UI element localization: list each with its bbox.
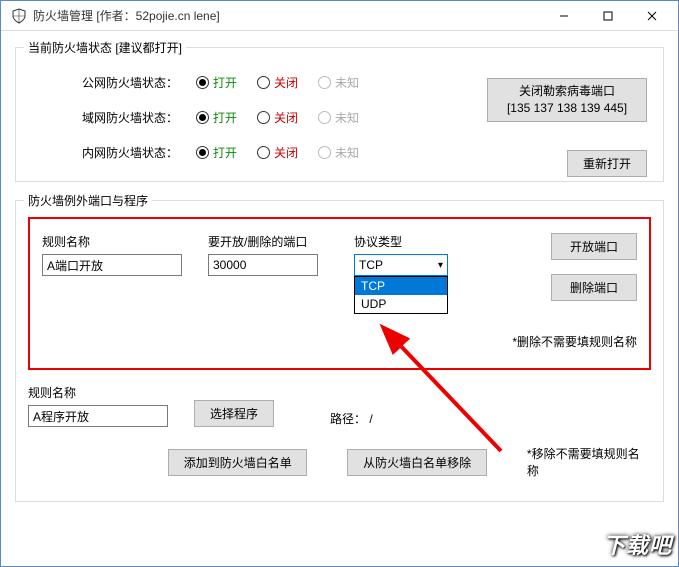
chevron-down-icon: ▾ <box>438 260 443 271</box>
radio-unknown[interactable]: 未知 <box>318 109 359 126</box>
shield-icon <box>11 8 27 24</box>
radio-close[interactable]: 关闭 <box>257 74 298 91</box>
group-title: 防火墙例外端口与程序 <box>24 192 152 209</box>
rule-name-label: 规则名称 <box>42 233 182 250</box>
radio-unknown[interactable]: 未知 <box>318 74 359 91</box>
window-title: 防火墙管理 [作者：52pojie.cn lene] <box>33 7 542 24</box>
radio-close[interactable]: 关闭 <box>257 109 298 126</box>
delete-port-button[interactable]: 删除端口 <box>551 274 637 301</box>
rule-name2-label: 规则名称 <box>28 384 168 401</box>
radio-open[interactable]: 打开 <box>196 109 237 126</box>
protocol-option-tcp[interactable]: TCP <box>355 277 447 295</box>
path-label: 路径： <box>330 412 366 426</box>
titlebar: 防火墙管理 [作者：52pojie.cn lene] <box>1 1 678 31</box>
watermark: 下载吧 <box>603 528 672 560</box>
reopen-button[interactable]: 重新打开 <box>567 150 647 177</box>
path-value: / <box>369 412 372 426</box>
status-label: 公网防火墙状态： <box>58 74 178 91</box>
protocol-selected: TCP <box>359 258 383 272</box>
minimize-button[interactable] <box>542 2 586 30</box>
program-rule-name-input[interactable] <box>28 405 168 427</box>
remove-note: *移除不需要填规则名称 <box>527 445 651 479</box>
status-label: 内网防火墙状态： <box>58 144 178 161</box>
delete-note: *删除不需要填规则名称 <box>42 333 637 350</box>
group-title: 当前防火墙状态 [建议都打开] <box>24 39 186 56</box>
maximize-button[interactable] <box>586 2 630 30</box>
port-input[interactable] <box>208 254 318 276</box>
firewall-exception-group: 防火墙例外端口与程序 规则名称 要开放/删除的端口 协议类型 TCP ▾ <box>15 200 664 502</box>
status-label: 域网防火墙状态： <box>58 109 178 126</box>
rule-name-input[interactable] <box>42 254 182 276</box>
protocol-dropdown-list: TCP UDP <box>354 276 448 314</box>
add-whitelist-button[interactable]: 添加到防火墙白名单 <box>168 449 307 476</box>
protocol-select[interactable]: TCP ▾ TCP UDP <box>354 254 448 276</box>
choose-program-button[interactable]: 选择程序 <box>194 400 274 427</box>
port-rule-highlight-box: 规则名称 要开放/删除的端口 协议类型 TCP ▾ TCP <box>28 217 651 370</box>
protocol-label: 协议类型 <box>354 233 454 250</box>
radio-unknown[interactable]: 未知 <box>318 144 359 161</box>
firewall-status-group: 当前防火墙状态 [建议都打开] 公网防火墙状态： 打开 关闭 未知 域网防火墙状… <box>15 47 664 182</box>
radio-open[interactable]: 打开 <box>196 74 237 91</box>
radio-close[interactable]: 关闭 <box>257 144 298 161</box>
protocol-option-udp[interactable]: UDP <box>355 295 447 313</box>
port-label: 要开放/删除的端口 <box>208 233 328 250</box>
close-ransomware-ports-button[interactable]: 关闭勒索病毒端口 [135 137 138 139 445] <box>487 78 647 122</box>
close-button[interactable] <box>630 2 674 30</box>
remove-whitelist-button[interactable]: 从防火墙白名单移除 <box>347 449 486 476</box>
open-port-button[interactable]: 开放端口 <box>551 233 637 260</box>
radio-open[interactable]: 打开 <box>196 144 237 161</box>
